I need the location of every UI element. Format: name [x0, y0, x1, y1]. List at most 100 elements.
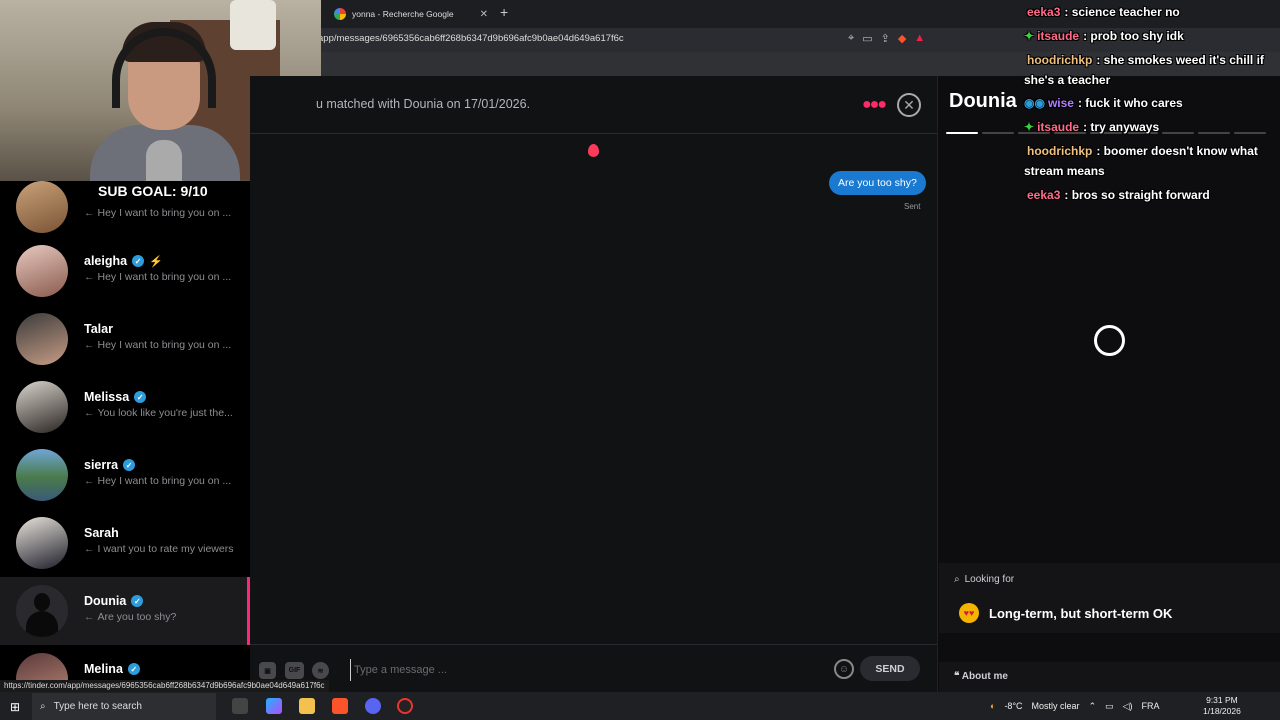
- network-icon[interactable]: ▭: [1105, 701, 1114, 712]
- message-bubble: Are you too shy?: [829, 171, 926, 195]
- search-icon: ⌕: [40, 701, 46, 712]
- message-input[interactable]: [350, 659, 820, 681]
- copilot-icon[interactable]: [266, 698, 282, 714]
- new-tab-icon[interactable]: +: [500, 4, 508, 20]
- avatar: [16, 181, 68, 233]
- language-indicator[interactable]: FRA: [1142, 701, 1160, 711]
- avatar: [16, 381, 68, 433]
- contact-card-icon[interactable]: ▣: [259, 662, 276, 679]
- match-name: Dounia ✓: [84, 594, 144, 608]
- chat-line: hoodrichkp: she smokes weed it's chill i…: [1024, 53, 1264, 87]
- match-last-message: ← I want you to rate my viewers: [84, 543, 234, 555]
- status-bar-url: https://tinder.com/app/messages/6965356c…: [0, 680, 329, 692]
- match-item[interactable]: Sarah ← I want you to rate my viewers: [0, 517, 250, 585]
- file-explorer-icon[interactable]: [299, 698, 315, 714]
- avatar: [16, 449, 68, 501]
- chat-line: ◉◉ wise: fuck it who cares: [1024, 96, 1183, 110]
- match-last-message: ← Hey I want to bring you on ...: [84, 475, 232, 487]
- brave-rewards-icon[interactable]: ▲: [914, 32, 925, 45]
- google-icon: [334, 8, 346, 20]
- bolt-icon: ⚡: [149, 255, 163, 268]
- share-icon[interactable]: ⇪: [881, 32, 890, 45]
- sub-goal-overlay: SUB GOAL: 9/10: [98, 183, 208, 199]
- address-bar-icons: ⌖ ▭ ⇪ ◆ ▲: [848, 32, 925, 45]
- match-last-message: ← Hey I want to bring you on ...: [84, 271, 232, 283]
- more-options-icon[interactable]: ●●●: [862, 96, 887, 114]
- match-item[interactable]: Melissa ✓ ← You look like you're just the.…: [0, 381, 250, 449]
- match-last-message: ← Hey I want to bring you on ...: [84, 339, 232, 351]
- close-tab-icon[interactable]: ✕: [480, 9, 488, 20]
- match-name: sierra ✓: [84, 458, 136, 472]
- match-last-message: ← Are you too shy?: [84, 611, 177, 623]
- obs-icon[interactable]: [397, 698, 413, 714]
- taskbar-search[interactable]: ⌕ Type here to search: [32, 693, 216, 720]
- avatar: [16, 245, 68, 297]
- system-tray: ◐ -8°C Mostly clear ⌃ ▭ ◁) FRA: [990, 692, 1160, 720]
- verified-icon: ✓: [131, 595, 144, 607]
- clock[interactable]: 9:31 PM 1/18/2026: [1203, 695, 1241, 717]
- reply-arrow-icon: ←: [84, 475, 95, 487]
- emoji-icon[interactable]: ☺: [834, 659, 854, 679]
- emote-badge-icon: ◉◉: [1024, 96, 1045, 110]
- brave-shield-icon[interactable]: ◆: [898, 32, 906, 45]
- chat-line: ✦ itsaude: try anyways: [1024, 120, 1160, 134]
- chevron-up-icon[interactable]: ⌃: [1089, 701, 1097, 712]
- avatar-placeholder: [16, 585, 68, 637]
- brave-icon[interactable]: [332, 698, 348, 714]
- send-button[interactable]: SEND: [860, 656, 920, 681]
- matched-date-text: u matched with Dounia on 17/01/2026.: [316, 97, 531, 111]
- spotify-icon[interactable]: ≋: [312, 662, 329, 679]
- screen-icon[interactable]: ▭: [862, 32, 872, 45]
- match-name: Sarah: [84, 526, 119, 540]
- match-item[interactable]: aleigha ✓ ⚡ ← Hey I want to bring you on ..…: [0, 245, 250, 313]
- about-me-label: ❝ About me: [954, 671, 1008, 682]
- reply-arrow-icon: ←: [84, 271, 95, 283]
- verified-icon: ✓: [123, 459, 136, 471]
- reply-arrow-icon: ←: [84, 611, 95, 623]
- message-composer: ▣ GIF ≋ ☺ SEND: [250, 644, 937, 692]
- gif-button[interactable]: GIF: [285, 662, 304, 679]
- photo-dot[interactable]: [982, 132, 1014, 134]
- weather-temp: -8°C: [1004, 701, 1023, 711]
- task-view-icon[interactable]: [232, 698, 248, 714]
- url-field[interactable]: app/messages/6965356cab6ff268b6347d9b696…: [318, 33, 624, 44]
- volume-icon[interactable]: ◁): [1123, 701, 1133, 712]
- avatar: [16, 517, 68, 569]
- microphone-icon: [146, 140, 182, 181]
- match-name: Melissa ✓: [84, 390, 147, 404]
- location-icon[interactable]: ⌖: [848, 32, 854, 45]
- match-name: Talar: [84, 322, 113, 336]
- match-name: aleigha ✓ ⚡: [84, 254, 163, 268]
- discord-icon[interactable]: [365, 698, 381, 714]
- reply-arrow-icon: ←: [84, 407, 95, 419]
- verified-icon: ✓: [132, 255, 145, 267]
- windows-taskbar: ⊞ ⌕ Type here to search ◐ -8°C Mostly cl…: [0, 692, 1280, 720]
- weather-icon: ◐: [990, 701, 996, 711]
- looking-for-value: ♥♥ Long-term, but short-term OK: [959, 603, 1172, 623]
- flame-icon: [588, 144, 599, 157]
- windows-start-icon[interactable]: ⊞: [10, 700, 20, 714]
- chat-panel: u matched with Dounia on 17/01/2026. ●●●…: [250, 76, 937, 692]
- match-list: ← Hey I want to bring you on ... aleigha ✓…: [0, 181, 250, 691]
- reply-arrow-icon: ←: [84, 543, 95, 555]
- about-me-card: ❝ About me: [939, 662, 1280, 692]
- photo-dot[interactable]: [1198, 132, 1230, 134]
- weather-desc: Mostly clear: [1031, 701, 1080, 711]
- profile-name: Dounia: [949, 90, 1017, 112]
- photo-dot[interactable]: [1162, 132, 1194, 134]
- avatar: [16, 313, 68, 365]
- message-status: Sent: [904, 202, 921, 211]
- reply-arrow-icon: ←: [84, 207, 95, 219]
- close-chat-button[interactable]: ✕: [897, 93, 921, 117]
- photo-dot[interactable]: [1234, 132, 1266, 134]
- sparkle-badge-icon: ✦: [1024, 29, 1035, 43]
- match-item[interactable]: sierra ✓ ← Hey I want to bring you on ...: [0, 449, 250, 517]
- browser-tab[interactable]: yonna - Recherche Google ✕: [328, 2, 494, 26]
- verified-icon: ✓: [127, 663, 140, 675]
- match-name: Melina ✓: [84, 662, 140, 676]
- sparkle-badge-icon: ✦: [1024, 120, 1035, 134]
- looking-for-label: ⌕ Looking for: [954, 574, 1015, 585]
- match-item[interactable]: Talar ← Hey I want to bring you on ...: [0, 313, 250, 381]
- photo-dot[interactable]: [946, 132, 978, 134]
- match-item-active[interactable]: Dounia ✓ ← Are you too shy?: [0, 577, 250, 645]
